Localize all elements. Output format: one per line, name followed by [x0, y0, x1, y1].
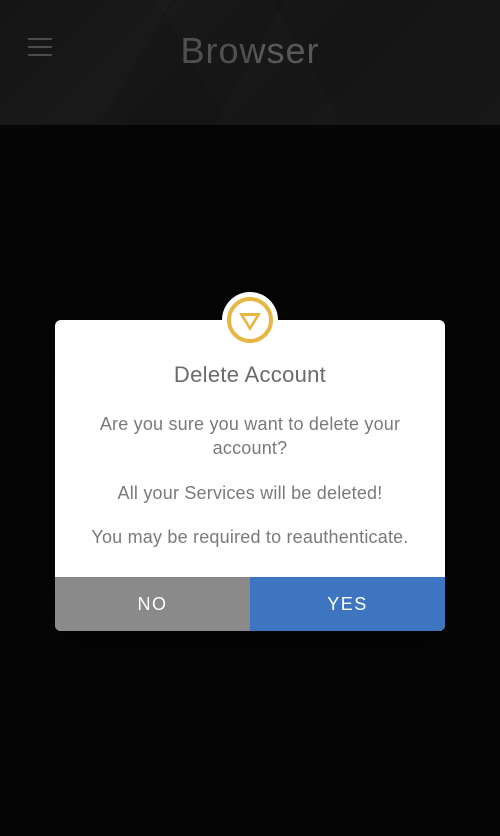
dialog-message-2: All your Services will be deleted!	[79, 481, 421, 505]
dialog-message-1: Are you sure you want to delete your acc…	[79, 412, 421, 461]
dialog-title: Delete Account	[79, 362, 421, 388]
no-button[interactable]: NO	[55, 577, 250, 631]
dialog-message-3: You may be required to reauthenticate.	[79, 525, 421, 549]
dialog-button-row: NO YES	[55, 577, 445, 631]
alert-icon	[222, 292, 278, 348]
yes-button[interactable]: YES	[250, 577, 445, 631]
dialog-body: Delete Account Are you sure you want to …	[55, 320, 445, 577]
confirm-dialog: Delete Account Are you sure you want to …	[55, 320, 445, 631]
